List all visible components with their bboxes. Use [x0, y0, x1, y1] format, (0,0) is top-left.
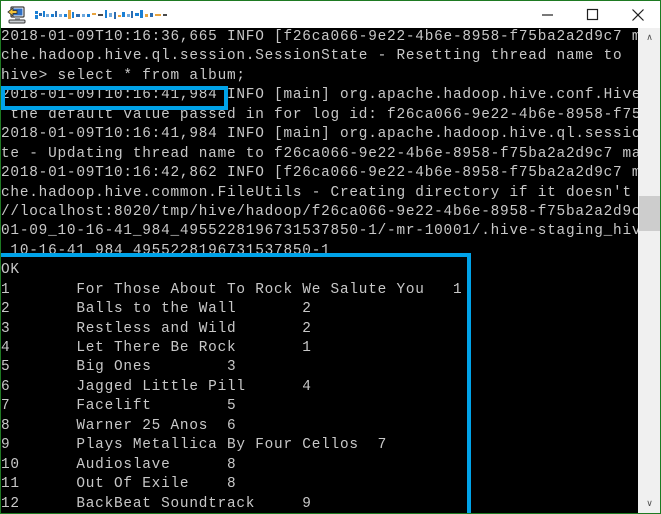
terminal-line: //localhost:8020/tmp/hive/hadoop/f26ca06… — [1, 203, 639, 220]
terminal-line: 2018-01-09T10:16:36,665 INFO [f26ca066-9… — [1, 29, 639, 45]
terminal-line: 12 BackBeat Soundtrack 9 — [1, 495, 312, 512]
terminal-line: the default value passed in for log id: … — [10, 106, 639, 123]
terminal-line: che.hadoop.hive.common.FileUtils - Creat… — [1, 184, 632, 201]
scrollbar-thumb[interactable] — [639, 196, 660, 231]
terminal-line: 5 Big Ones 3 — [1, 359, 237, 376]
terminal-line: 01-09_10-16-41_984_4955228196731537850-1… — [1, 223, 639, 240]
terminal-text: 2018-01-09T10:16:36,665 INFO [f26ca066-9… — [1, 28, 639, 513]
terminal-line: hive> select * from album; — [1, 67, 246, 84]
maximize-icon — [586, 8, 599, 21]
vertical-scrollbar[interactable]: ∧ ∨ — [638, 28, 660, 513]
terminal-line: 2 Balls to the Wall 2 — [1, 301, 312, 318]
terminal-line: 4 Let There Be Rock 1 — [1, 340, 312, 356]
terminal-line: 3 Restless and Wild 2 — [1, 320, 312, 337]
terminal-line: 9 Plays Metallica By Four Cellos 7 — [1, 437, 388, 454]
terminal-line: 11 Out Of Exile 8 — [1, 476, 237, 493]
close-button[interactable] — [615, 1, 660, 28]
maximize-button[interactable] — [570, 1, 615, 28]
terminal-output-area[interactable]: 2018-01-09T10:16:36,665 INFO [f26ca066-9… — [1, 28, 639, 513]
terminal-line: 2018-01-09T10:16:42,862 INFO [f26ca066-9… — [1, 165, 639, 182]
terminal-window: 2018-01-09T10:16:36,665 INFO [f26ca066-9… — [0, 0, 661, 514]
window-title-obfuscated — [34, 7, 170, 22]
close-icon — [631, 8, 644, 21]
scroll-down-arrow-icon[interactable]: ∨ — [639, 494, 660, 513]
minimize-button[interactable] — [525, 1, 570, 28]
minimize-icon — [542, 14, 553, 16]
title-bar[interactable] — [1, 1, 660, 28]
app-icon — [6, 4, 28, 26]
terminal-line: OK — [1, 262, 20, 279]
terminal-line: che.hadoop.hive.ql.session.SessionState … — [1, 48, 639, 65]
terminal-line: 2018-01-09T10:16:41,984 INFO [main] org.… — [1, 87, 639, 104]
terminal-line: 2018-01-09T10:16:41,984 INFO [main] org.… — [1, 126, 639, 143]
terminal-line: _10-16-41_984_4955228196731537850-1 — [1, 242, 331, 259]
terminal-line: te - Updating thread name to f26ca066-9e… — [1, 145, 639, 162]
terminal-line: 1 For Those About To Rock We Salute You … — [1, 281, 463, 298]
terminal-line: 8 Warner 25 Anos 6 — [1, 417, 237, 434]
terminal-line: 7 Facelift 5 — [1, 398, 237, 415]
terminal-line: 6 Jagged Little Pill 4 — [1, 378, 312, 395]
scroll-up-arrow-icon[interactable]: ∧ — [639, 28, 660, 47]
terminal-line: 10 Audioslave 8 — [1, 456, 237, 473]
